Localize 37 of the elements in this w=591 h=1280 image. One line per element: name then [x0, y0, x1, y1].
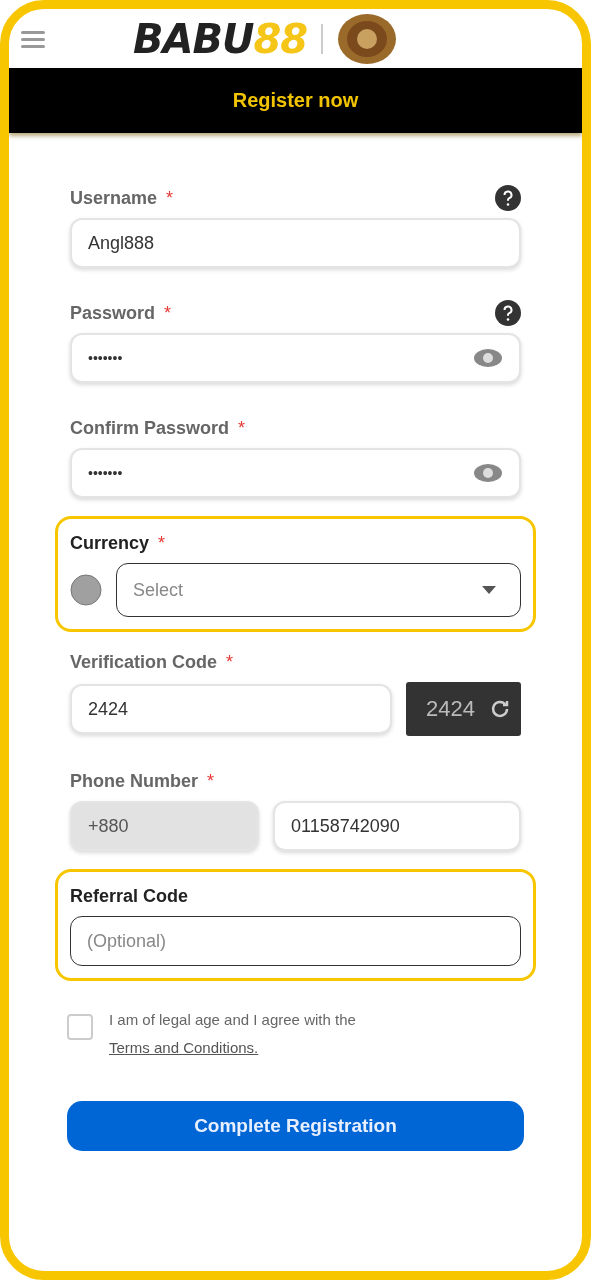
required-mark: * — [207, 770, 215, 792]
field-label: Verification Code — [70, 651, 218, 673]
eye-icon[interactable] — [473, 463, 503, 483]
text-field[interactable]: (Optional) — [70, 916, 521, 966]
eye-icon[interactable] — [473, 348, 503, 368]
help-icon[interactable] — [495, 300, 521, 326]
caret-icon — [482, 586, 496, 594]
required-mark: * — [164, 302, 172, 324]
terms-text: I am of legal age and I agree with the Terms and Conditions. — [109, 1010, 357, 1058]
help-icon[interactable] — [495, 185, 521, 211]
field-label: Password — [70, 302, 156, 324]
emblem-icon — [337, 12, 398, 65]
required-mark: * — [166, 187, 174, 209]
field-label: Currency — [70, 532, 150, 554]
required-mark: * — [158, 532, 166, 554]
field-label: Phone Number — [70, 770, 198, 792]
menu-icon[interactable] — [21, 29, 45, 48]
page-title: Register now — [232, 89, 359, 112]
currency-icon — [70, 574, 102, 606]
submit-button[interactable]: Complete Registration — [67, 1101, 524, 1151]
currency-select[interactable]: Select — [116, 563, 521, 617]
field-label: Referral Code — [70, 885, 189, 907]
refresh-icon[interactable] — [489, 698, 511, 720]
logo[interactable]: BABU88 — [133, 15, 308, 62]
captcha-image[interactable]: 2424 — [406, 682, 521, 736]
password-field[interactable]: ••••••• — [70, 448, 521, 498]
phone-field[interactable]: 01158742090 — [273, 801, 521, 851]
field-label: Confirm Password — [70, 417, 230, 439]
required-mark: * — [238, 417, 246, 439]
text-field[interactable]: Angl888 — [70, 218, 521, 268]
field-label: Username — [70, 187, 158, 209]
code-field[interactable]: 2424 — [70, 684, 392, 734]
required-mark: * — [226, 651, 234, 673]
country-code-field[interactable]: +880 — [70, 801, 259, 851]
terms-link[interactable]: Terms and Conditions. — [109, 1039, 259, 1056]
terms-checkbox[interactable] — [67, 1014, 93, 1040]
password-field[interactable]: ••••••• — [70, 333, 521, 383]
